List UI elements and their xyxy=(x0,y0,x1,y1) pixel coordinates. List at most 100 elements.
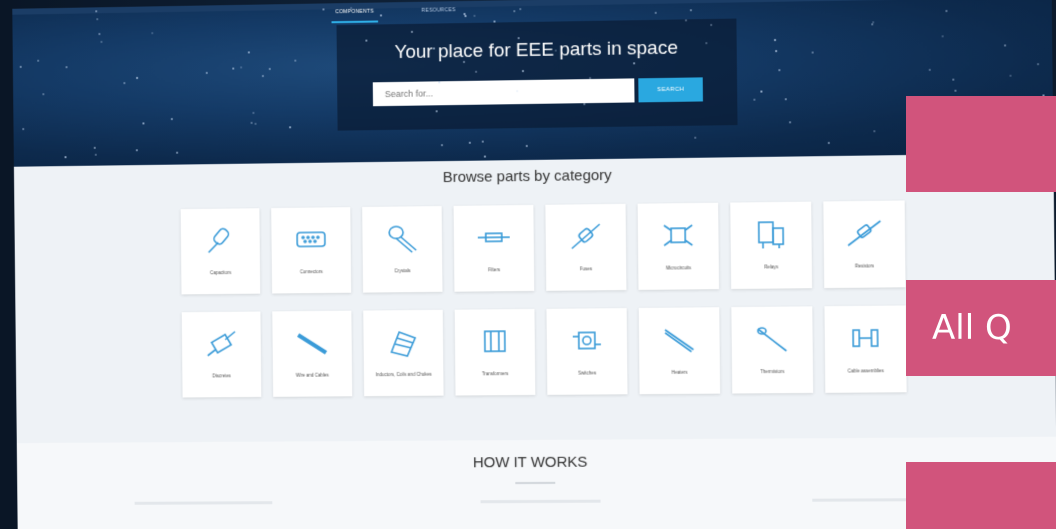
star xyxy=(811,51,814,54)
category-label: Discretes xyxy=(212,373,231,379)
nav-tabs: COMPONENTS RESOURCES xyxy=(331,3,459,24)
category-label: Capacitors xyxy=(210,270,232,276)
star xyxy=(98,33,101,36)
cable-assembly-icon xyxy=(847,320,884,357)
category-card[interactable]: Cable assemblies xyxy=(824,305,907,393)
heater-icon xyxy=(661,321,698,357)
star xyxy=(252,111,255,114)
category-card[interactable]: Transformers xyxy=(454,308,536,396)
resistor-icon xyxy=(846,215,883,252)
crystal-icon xyxy=(384,220,420,256)
how-it-works-title: HOW IT WORKS xyxy=(472,453,588,472)
category-card[interactable]: Wire and Cables xyxy=(272,310,353,397)
connector-icon xyxy=(293,221,329,257)
hero-banner: COMPONENTS RESOURCES Your place for EEE … xyxy=(12,0,1054,167)
star xyxy=(1009,75,1012,78)
category-card[interactable]: Switches xyxy=(546,308,628,395)
star xyxy=(521,70,524,73)
star xyxy=(289,125,292,128)
microcircuit-icon xyxy=(660,217,697,254)
category-card[interactable]: Filters xyxy=(453,204,535,292)
star xyxy=(170,118,173,121)
category-card[interactable]: Heaters xyxy=(638,307,721,395)
capacitor-icon xyxy=(202,222,238,258)
star xyxy=(785,98,788,101)
category-label: Fuses xyxy=(579,266,593,272)
star xyxy=(954,89,957,92)
star xyxy=(788,121,791,124)
star xyxy=(93,146,96,149)
star xyxy=(473,15,476,18)
category-card[interactable]: Microcircuits xyxy=(637,202,720,290)
monitor-screen: COMPONENTS RESOURCES Your place for EEE … xyxy=(12,0,1056,529)
star xyxy=(250,122,253,125)
star xyxy=(123,82,126,85)
star xyxy=(94,153,97,156)
star xyxy=(941,35,944,38)
star xyxy=(778,69,781,72)
switch-icon xyxy=(569,322,605,358)
star xyxy=(519,8,522,11)
star xyxy=(175,151,178,154)
star xyxy=(261,74,264,77)
step-placeholder xyxy=(134,501,273,505)
category-label: Relays xyxy=(764,264,779,270)
category-label: Thermistors xyxy=(760,368,785,375)
overlay-box-top xyxy=(906,96,1056,192)
category-label: Microcircuits xyxy=(665,265,692,271)
category-label: Inductors, Coils and Chokes xyxy=(375,371,432,378)
star xyxy=(773,38,776,41)
hero-title: Your place for EEE parts in space xyxy=(394,37,679,64)
browse-section: Browse parts by category Capacitors Conne… xyxy=(13,153,1056,454)
category-label: Cable assemblies xyxy=(847,368,884,374)
star xyxy=(365,39,368,42)
star xyxy=(513,10,516,13)
star xyxy=(254,122,257,125)
star xyxy=(37,59,40,62)
how-it-works-section: HOW IT WORKS xyxy=(16,436,1056,529)
star xyxy=(775,50,778,53)
star xyxy=(135,77,138,80)
category-label: Resistors xyxy=(855,263,875,269)
category-card[interactable]: Discretes xyxy=(181,311,262,398)
category-label: Filters xyxy=(487,267,501,273)
star xyxy=(827,142,830,145)
category-label: Transformers xyxy=(481,371,509,377)
category-label: Heaters xyxy=(671,369,688,375)
star xyxy=(693,136,697,139)
star xyxy=(135,149,138,152)
star xyxy=(873,130,876,133)
overlay-box-bottom xyxy=(906,462,1056,529)
star xyxy=(1037,63,1040,66)
category-card[interactable]: Inductors, Coils and Chokes xyxy=(363,309,444,397)
star xyxy=(945,9,948,12)
search-input[interactable] xyxy=(372,78,635,107)
star xyxy=(483,155,486,158)
fuse-icon xyxy=(568,218,604,254)
filter-icon xyxy=(476,219,512,255)
overlay-text: All Q xyxy=(932,308,1012,348)
hero-panel: Your place for EEE parts in space SEARCH xyxy=(336,18,738,131)
category-card[interactable]: Thermistors xyxy=(731,306,814,394)
category-card[interactable]: Resistors xyxy=(823,200,906,289)
title-underline xyxy=(515,481,556,485)
star xyxy=(247,51,250,54)
tab-components[interactable]: COMPONENTS xyxy=(331,4,378,24)
star xyxy=(525,145,528,148)
tab-resources[interactable]: RESOURCES xyxy=(417,3,459,22)
star xyxy=(1004,44,1007,47)
category-card[interactable]: Crystals xyxy=(362,206,443,293)
star xyxy=(684,19,687,22)
relay-icon xyxy=(753,216,790,253)
star xyxy=(435,110,438,113)
category-label: Wire and Cables xyxy=(295,372,329,378)
category-card[interactable]: Capacitors xyxy=(180,208,261,295)
category-card[interactable]: Connectors xyxy=(271,207,352,294)
star xyxy=(433,46,436,49)
star xyxy=(151,32,154,35)
star xyxy=(240,66,243,69)
category-card[interactable]: Fuses xyxy=(545,203,627,291)
search-button[interactable]: SEARCH xyxy=(638,77,703,103)
star xyxy=(588,76,591,80)
category-card[interactable]: Relays xyxy=(730,201,813,290)
